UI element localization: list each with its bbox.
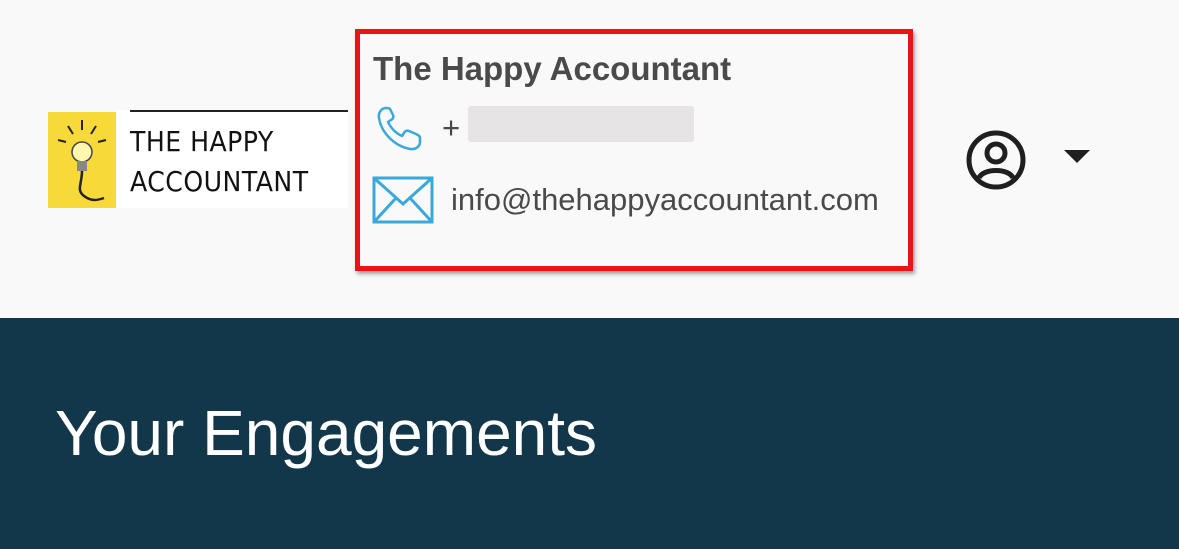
email-link[interactable]: info@thehappyaccountant.com: [373, 174, 895, 226]
logo-wordmark: THE HAPPY ACCOUNTANT: [116, 110, 348, 208]
page-title: Your Engagements: [55, 397, 598, 469]
logo-line-1: THE HAPPY: [130, 125, 274, 158]
caret-down-icon: [1064, 150, 1090, 163]
user-menu-button[interactable]: [964, 128, 1094, 192]
top-header: THE HAPPY ACCOUNTANT The Happy Accountan…: [0, 0, 1179, 318]
phone-prefix[interactable]: +: [442, 110, 460, 146]
contact-info-card: The Happy Accountant + info@thehappyacco…: [355, 29, 913, 271]
user-circle-icon: [964, 128, 1028, 197]
page-banner: Your Engagements: [0, 318, 1179, 549]
lightbulb-icon: [57, 120, 107, 202]
logo-line-2: ACCOUNTANT: [130, 165, 309, 198]
logo-badge: [48, 112, 116, 208]
company-logo[interactable]: THE HAPPY ACCOUNTANT: [48, 110, 348, 208]
logo-rule: [130, 110, 348, 112]
company-name: The Happy Accountant: [373, 50, 732, 87]
phone-icon[interactable]: [374, 104, 424, 159]
phone-number-redacted: [468, 106, 694, 142]
